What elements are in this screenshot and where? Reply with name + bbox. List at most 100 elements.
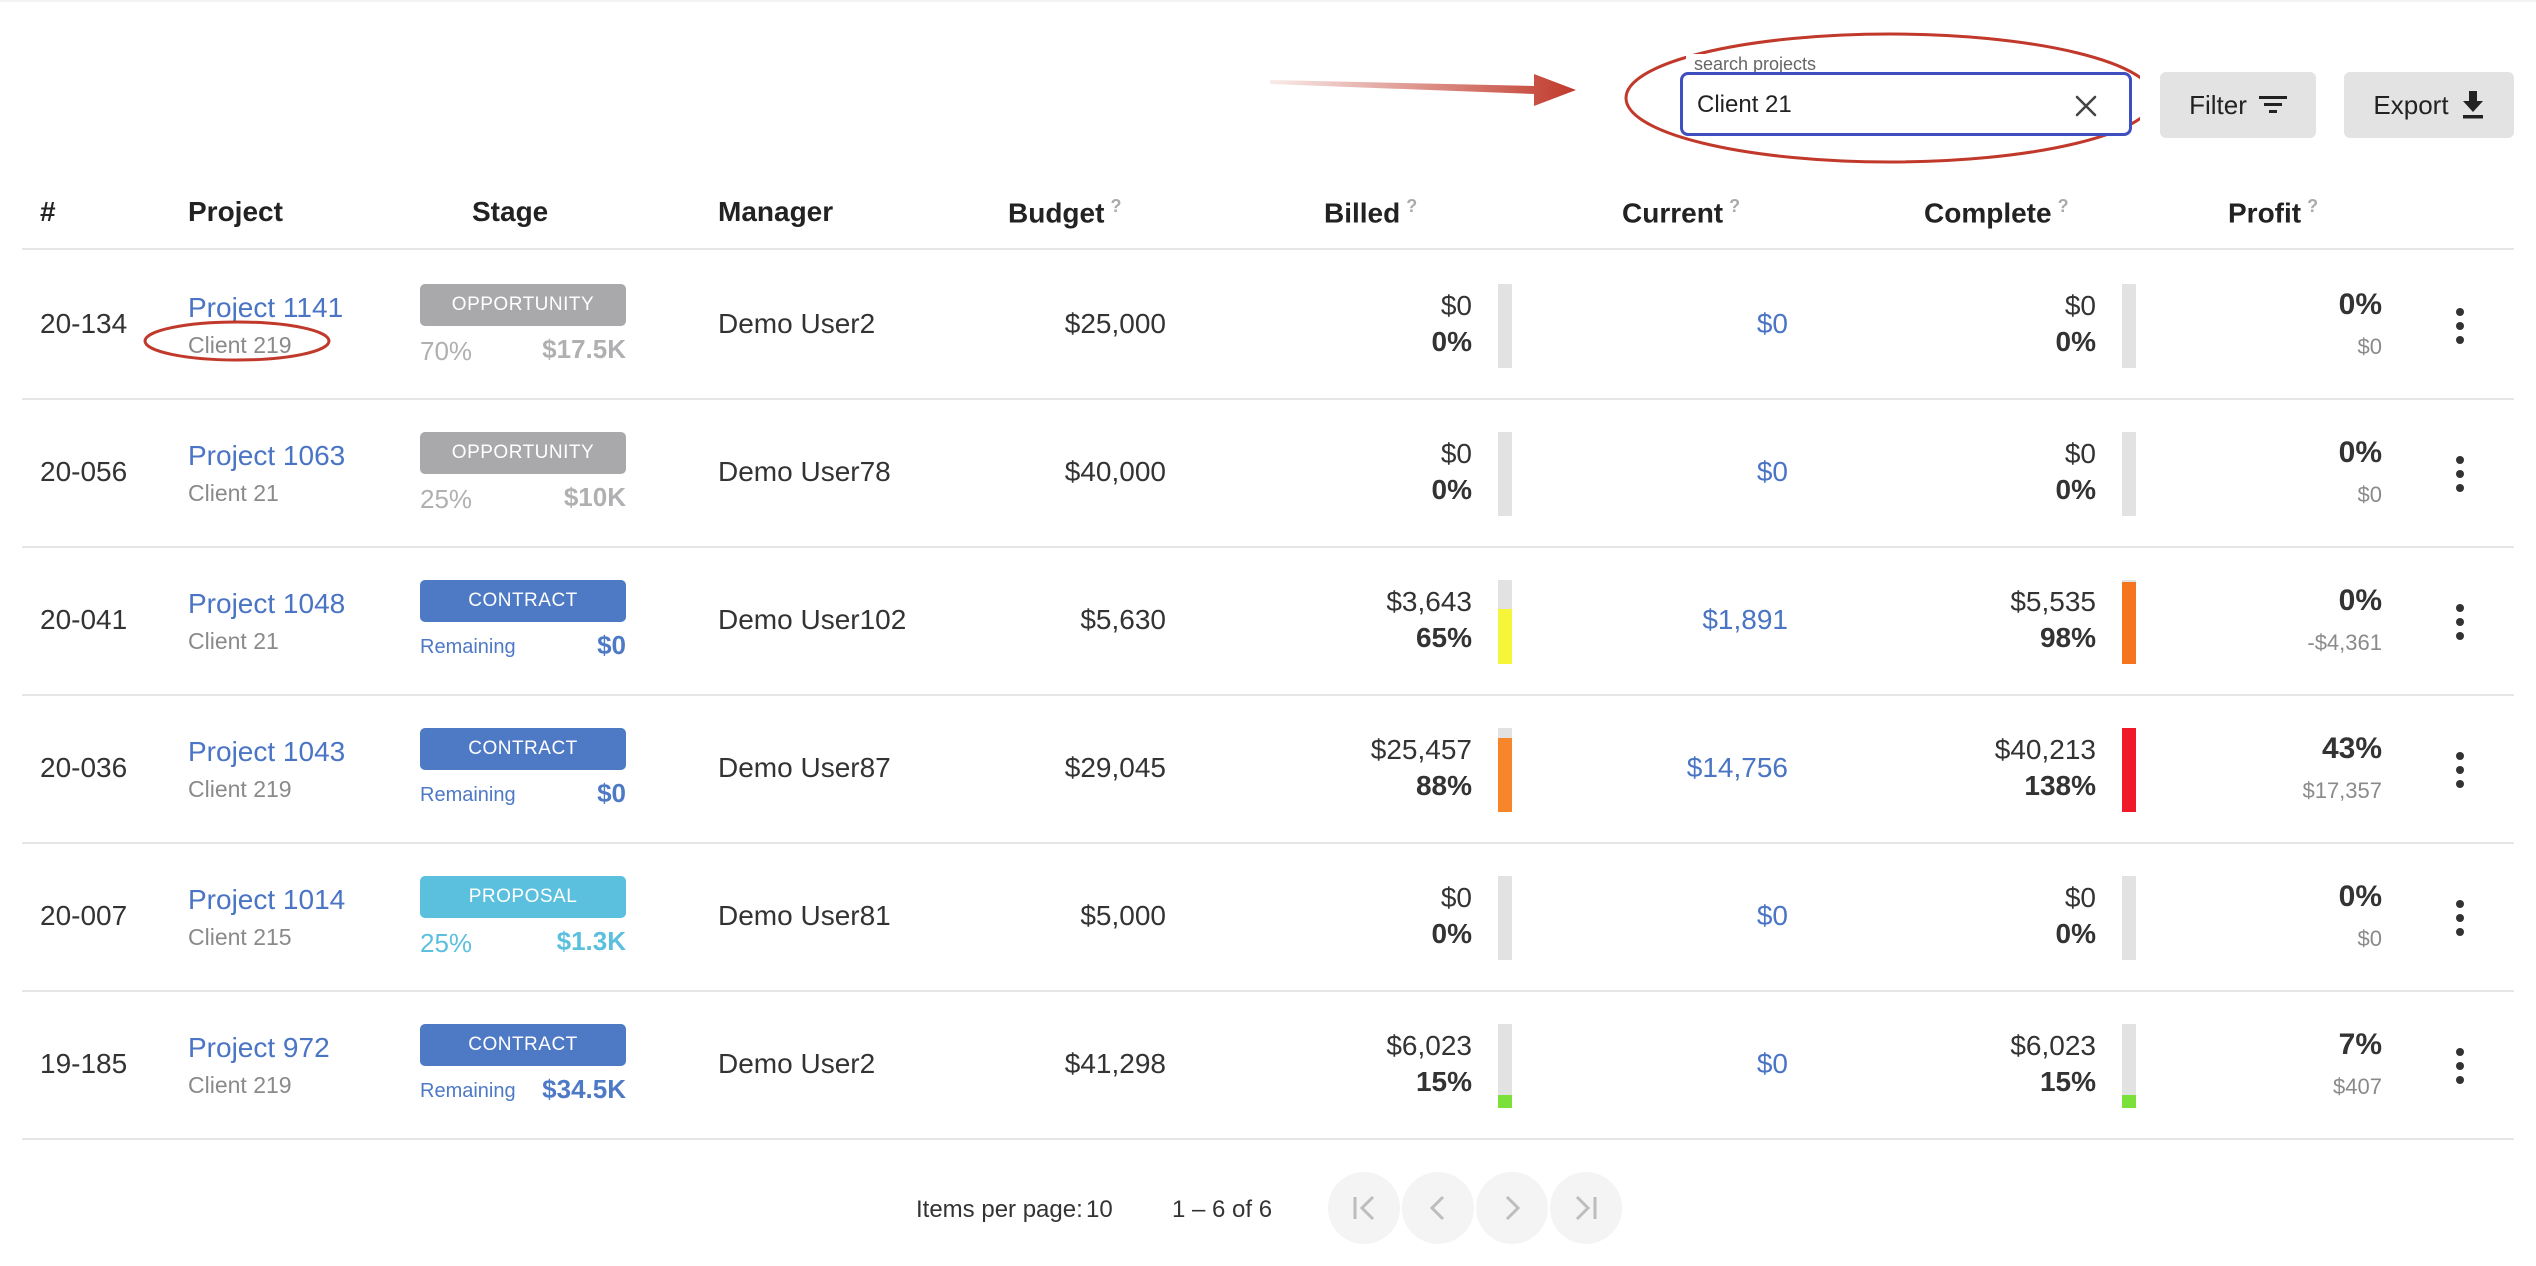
profit-percent: 43% xyxy=(2321,732,2382,765)
items-per-page-label: Items per page: xyxy=(916,1196,1083,1223)
current-value[interactable]: $0 xyxy=(1582,900,1788,932)
first-page-icon xyxy=(1353,1195,1375,1221)
stage-badge[interactable]: CONTRACT xyxy=(420,580,626,622)
billed-progress-bar xyxy=(1498,284,1512,368)
current-value[interactable]: $1,891 xyxy=(1582,604,1788,636)
billed-amount: $0 xyxy=(1440,290,1472,321)
stage-badge[interactable]: OPPORTUNITY xyxy=(420,432,626,474)
stage-badge[interactable]: CONTRACT xyxy=(420,728,626,770)
filter-button[interactable]: Filter xyxy=(2160,72,2316,138)
col-complete-header[interactable]: Complete? xyxy=(1924,196,2069,229)
project-link[interactable]: Project 1048 xyxy=(188,588,345,620)
project-link[interactable]: Project 1043 xyxy=(188,736,345,768)
next-page-button[interactable] xyxy=(1476,1172,1548,1244)
budget-value: $29,045 xyxy=(1064,752,1166,783)
last-page-button[interactable] xyxy=(1550,1172,1622,1244)
profit-percent: 0% xyxy=(2338,584,2382,617)
help-icon[interactable]: ? xyxy=(1406,196,1417,216)
budget-value: $5,000 xyxy=(1080,900,1166,931)
project-link[interactable]: Project 1014 xyxy=(188,884,345,916)
billed-amount: $0 xyxy=(1440,438,1472,469)
more-actions-icon[interactable] xyxy=(2448,1044,2472,1088)
download-icon xyxy=(2462,91,2483,119)
billed-amount: $0 xyxy=(1440,882,1472,913)
complete-percent: 15% xyxy=(2039,1066,2096,1097)
table-row[interactable]: 20-134 Project 1141 Client 219 OPPORTUNITY 7… xyxy=(22,252,2514,400)
col-stage-header[interactable]: Stage xyxy=(472,196,548,228)
budget-value: $5,630 xyxy=(1080,604,1166,635)
budget-value: $40,000 xyxy=(1064,456,1166,487)
stage-sub-right: $34.5K xyxy=(542,1074,626,1104)
billed-amount: $25,457 xyxy=(1370,734,1472,765)
col-billed-header[interactable]: Billed? xyxy=(1324,196,1417,229)
previous-page-button[interactable] xyxy=(1402,1172,1474,1244)
project-link[interactable]: Project 1063 xyxy=(188,440,345,472)
budget-value: $25,000 xyxy=(1064,308,1166,339)
project-link[interactable]: Project 972 xyxy=(188,1032,330,1064)
current-value[interactable]: $0 xyxy=(1582,456,1788,488)
stage-sub-left: 70% xyxy=(420,336,473,366)
profit-amount: -$4,361 xyxy=(2307,630,2382,655)
more-actions-icon[interactable] xyxy=(2448,304,2472,348)
client-name: Client 21 xyxy=(188,480,279,506)
project-number: 20-041 xyxy=(40,604,128,635)
col-profit-header[interactable]: Profit? xyxy=(2228,196,2318,229)
col-project-header[interactable]: Project xyxy=(188,196,283,228)
table-row[interactable]: 19-185 Project 972 Client 219 CONTRACT Remai… xyxy=(22,992,2514,1140)
current-value[interactable]: $0 xyxy=(1582,308,1788,340)
complete-percent: 0% xyxy=(2055,326,2096,357)
export-button[interactable]: Export xyxy=(2344,72,2514,138)
billed-progress-bar xyxy=(1498,1024,1512,1108)
project-link[interactable]: Project 1141 xyxy=(188,292,343,324)
previous-page-icon xyxy=(1429,1195,1445,1221)
billed-percent: 0% xyxy=(1431,918,1472,949)
complete-amount: $5,535 xyxy=(2010,586,2096,617)
first-page-button[interactable] xyxy=(1328,1172,1400,1244)
more-actions-icon[interactable] xyxy=(2448,896,2472,940)
profit-amount: $0 xyxy=(2357,926,2382,951)
billed-progress-fill xyxy=(1498,609,1512,664)
table-row[interactable]: 20-041 Project 1048 Client 21 CONTRACT Remai… xyxy=(22,548,2514,696)
complete-progress-bar xyxy=(2122,1024,2136,1108)
clear-icon[interactable] xyxy=(2071,91,2101,121)
project-number: 19-185 xyxy=(40,1048,128,1079)
project-number: 20-056 xyxy=(40,456,128,487)
complete-progress-fill xyxy=(2122,728,2136,812)
billed-percent: 0% xyxy=(1431,326,1472,357)
annotation-arrow xyxy=(1270,74,1576,106)
stage-badge[interactable]: OPPORTUNITY xyxy=(420,284,626,326)
current-value[interactable]: $14,756 xyxy=(1582,752,1788,784)
complete-progress-bar xyxy=(2122,432,2136,516)
table-row[interactable]: 20-056 Project 1063 Client 21 OPPORTUNITY 25… xyxy=(22,400,2514,548)
complete-progress-fill xyxy=(2122,581,2136,664)
items-per-page-select[interactable]: 10 xyxy=(1086,1196,1113,1224)
more-actions-icon[interactable] xyxy=(2448,452,2472,496)
more-actions-icon[interactable] xyxy=(2448,600,2472,644)
col-manager-header[interactable]: Manager xyxy=(718,196,833,228)
search-field[interactable] xyxy=(1680,72,2132,136)
billed-progress-bar xyxy=(1498,876,1512,960)
table-row[interactable]: 20-036 Project 1043 Client 219 CONTRACT Rema… xyxy=(22,696,2514,844)
table-header: # Project Stage Manager Budget? Billed? … xyxy=(22,186,2514,250)
project-number: 20-007 xyxy=(40,900,128,931)
help-icon[interactable]: ? xyxy=(2058,196,2069,216)
export-label: Export xyxy=(2373,89,2449,120)
search-input[interactable] xyxy=(1697,89,2057,121)
last-page-icon xyxy=(1575,1195,1597,1221)
client-name: Client 219 xyxy=(188,776,292,802)
manager-name: Demo User102 xyxy=(718,604,907,635)
current-value[interactable]: $0 xyxy=(1582,1048,1788,1080)
table-row[interactable]: 20-007 Project 1014 Client 215 PROPOSAL 25% $… xyxy=(22,844,2514,992)
client-name: Client 21 xyxy=(188,628,279,654)
billed-amount: $3,643 xyxy=(1386,586,1472,617)
help-icon[interactable]: ? xyxy=(2307,196,2318,216)
stage-badge[interactable]: CONTRACT xyxy=(420,1024,626,1066)
help-icon[interactable]: ? xyxy=(1110,196,1121,216)
more-actions-icon[interactable] xyxy=(2448,748,2472,792)
help-icon[interactable]: ? xyxy=(1729,196,1740,216)
stage-sub-right: $0 xyxy=(597,778,626,808)
stage-badge[interactable]: PROPOSAL xyxy=(420,876,626,918)
col-budget-header[interactable]: Budget? xyxy=(1008,196,1121,229)
col-current-header[interactable]: Current? xyxy=(1622,196,1740,229)
complete-progress-bar xyxy=(2122,580,2136,664)
